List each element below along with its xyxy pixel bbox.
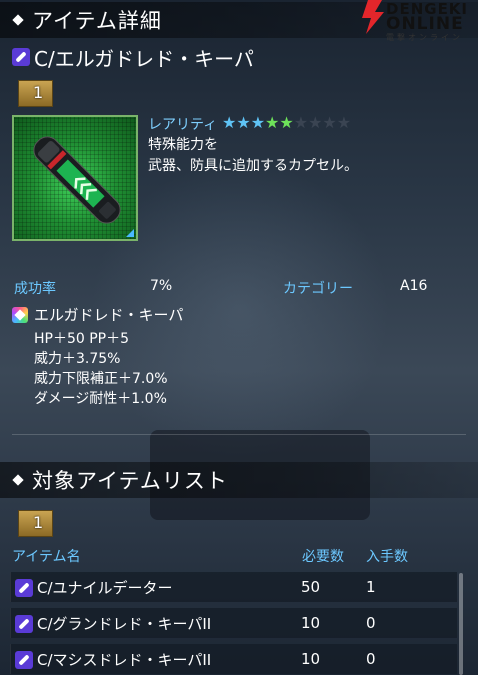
star-empty-icon: ★ bbox=[308, 113, 323, 132]
list-item-required: 10 bbox=[301, 650, 321, 668]
list-item[interactable]: C/ユナイルデーター 50 1 bbox=[10, 572, 457, 602]
star-filled-icon: ★ bbox=[250, 113, 266, 132]
section-title: アイテム詳細 bbox=[32, 9, 162, 33]
capsule-icon bbox=[15, 650, 33, 669]
effect-line: 威力下限補正＋7.0% bbox=[34, 371, 168, 387]
column-header-required: 必要数 bbox=[302, 549, 344, 565]
diamond-icon bbox=[12, 14, 24, 26]
target-list-header: 対象アイテムリスト bbox=[0, 462, 478, 498]
quantity-badge: 1 bbox=[18, 80, 53, 107]
rarity-stars: ★★★★★★★★★ bbox=[222, 113, 351, 132]
section-title: 対象アイテムリスト bbox=[32, 469, 228, 493]
diamond-icon bbox=[12, 474, 24, 486]
capsule-icon bbox=[12, 48, 30, 66]
success-rate-label: 成功率 bbox=[14, 281, 56, 297]
star-filled-icon: ★ bbox=[265, 113, 280, 132]
list-item-owned: 0 bbox=[366, 650, 376, 668]
effect-name: エルガドレド・キーパ bbox=[34, 306, 184, 324]
list-item-required: 10 bbox=[301, 614, 321, 632]
logo-text-kana: 電撃オンライン bbox=[386, 33, 463, 42]
list-item-owned: 0 bbox=[366, 614, 376, 632]
quantity-badge: 1 bbox=[18, 510, 53, 537]
capsule-icon bbox=[15, 614, 33, 633]
list-item-owned: 1 bbox=[366, 578, 376, 596]
category-label: カテゴリー bbox=[283, 281, 353, 297]
item-thumbnail bbox=[12, 115, 138, 241]
effect-header: エルガドレド・キーパ bbox=[12, 304, 183, 325]
stat-row: 成功率 7% カテゴリー A16 bbox=[0, 278, 478, 297]
capsule-image-icon bbox=[33, 136, 121, 224]
quantity-value: 1 bbox=[33, 83, 44, 102]
logo-text-online: ONLINE bbox=[386, 14, 464, 34]
list-item-name: C/グランドレド・キーパII bbox=[37, 615, 212, 633]
star-empty-icon: ★ bbox=[293, 113, 309, 132]
effect-line: ダメージ耐性＋1.0% bbox=[34, 391, 167, 407]
dengeki-online-logo: DENGEKI ONLINE 電撃オンライン bbox=[360, 0, 478, 42]
star-filled-icon: ★ bbox=[222, 113, 237, 132]
effect-line: 威力＋3.75% bbox=[34, 351, 121, 367]
quantity-value: 1 bbox=[33, 513, 44, 532]
star-empty-icon: ★ bbox=[336, 113, 352, 132]
effect-lines: HP＋50 PP＋5 威力＋3.75% 威力下限補正＋7.0% ダメージ耐性＋1… bbox=[34, 329, 168, 409]
list-item-required: 50 bbox=[301, 578, 321, 596]
column-header-name: アイテム名 bbox=[12, 549, 81, 565]
divider bbox=[12, 434, 466, 435]
capsule-icon bbox=[15, 578, 33, 597]
item-description: 特殊能力を 武器、防具に追加するカプセル。 bbox=[148, 137, 358, 174]
star-filled-icon: ★ bbox=[236, 113, 251, 132]
list-item-name: C/マシスドレド・キーパII bbox=[37, 651, 212, 669]
rarity-label: レアリティ bbox=[148, 117, 218, 133]
effect-line: HP＋50 PP＋5 bbox=[34, 331, 130, 347]
list-item-name: C/ユナイルデーター bbox=[37, 579, 173, 597]
item-title: C/エルガドレド・キーパ bbox=[12, 43, 254, 71]
list-item[interactable]: C/マシスドレド・キーパII 10 0 bbox=[10, 644, 457, 674]
star-filled-icon: ★ bbox=[279, 113, 294, 132]
ability-icon bbox=[12, 306, 28, 323]
list-scrollbar[interactable] bbox=[459, 573, 463, 675]
column-header-owned: 入手数 bbox=[366, 549, 408, 565]
list-item[interactable]: C/グランドレド・キーパII 10 0 bbox=[10, 608, 457, 638]
lightning-bolt-icon bbox=[362, 0, 384, 34]
star-empty-icon: ★ bbox=[322, 113, 337, 132]
item-name: C/エルガドレド・キーパ bbox=[34, 46, 254, 71]
success-rate-value: 7% bbox=[150, 278, 173, 294]
category-value: A16 bbox=[400, 278, 428, 294]
